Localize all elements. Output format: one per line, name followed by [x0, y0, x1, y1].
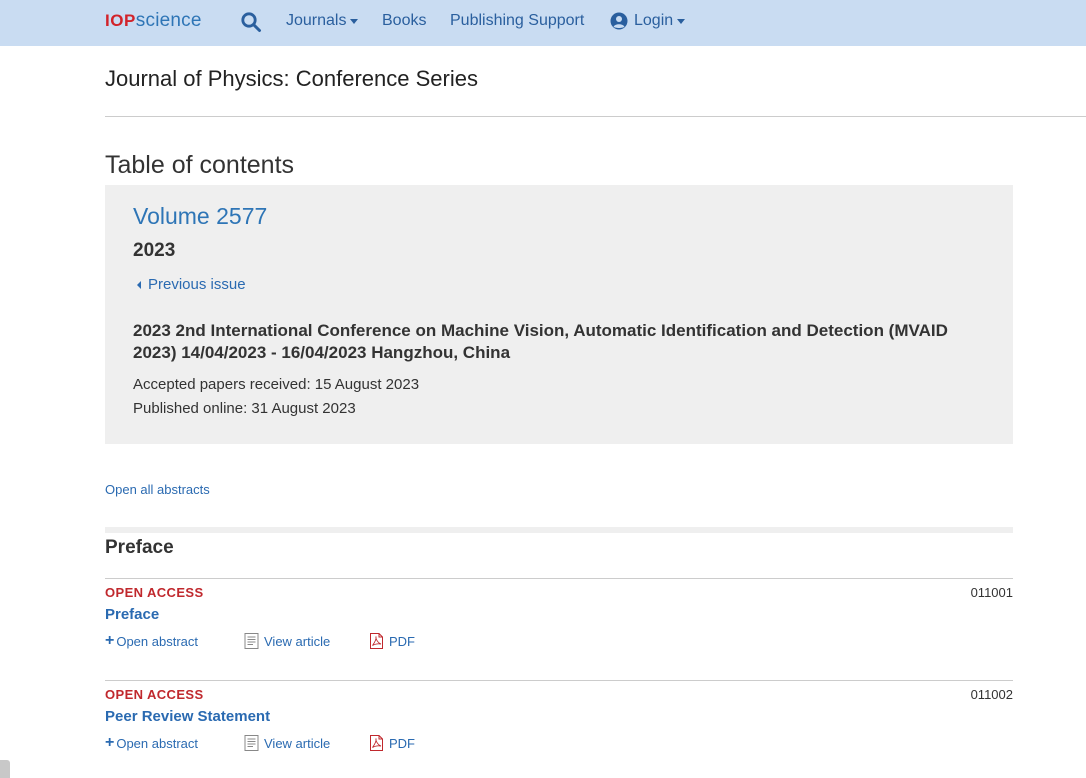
pdf-icon	[370, 735, 383, 751]
open-access-badge: OPEN ACCESS	[105, 687, 204, 702]
article-title-link[interactable]: Preface	[105, 606, 159, 623]
open-abstract-button[interactable]: + Open abstract	[105, 735, 198, 751]
journals-menu[interactable]: Journals	[286, 12, 359, 30]
document-icon	[244, 633, 259, 649]
pdf-label: PDF	[389, 633, 415, 649]
logo-science-text: science	[135, 10, 202, 31]
user-circle-icon	[610, 12, 628, 30]
pdf-link[interactable]: PDF	[369, 735, 415, 751]
journals-menu-label: Journals	[286, 12, 347, 29]
search-icon[interactable]	[240, 11, 262, 33]
pdf-icon	[370, 633, 383, 649]
previous-issue-label: Previous issue	[148, 276, 246, 293]
volume-year: 2023	[133, 240, 176, 261]
article-item: OPEN ACCESS 011002 Peer Review Statement…	[105, 680, 1013, 775]
previous-issue-link[interactable]: Previous issue	[137, 276, 246, 293]
view-article-label: View article	[264, 633, 331, 649]
pdf-link[interactable]: PDF	[369, 633, 415, 649]
article-title-link[interactable]: Peer Review Statement	[105, 708, 270, 725]
scrollbar-handle[interactable]	[0, 760, 10, 778]
article-item: OPEN ACCESS 011001 Preface + Open abstra…	[105, 578, 1013, 673]
plus-icon: +	[105, 632, 115, 649]
volume-info-panel: Volume 2577 2023 Previous issue 2023 2nd…	[105, 185, 1013, 444]
books-link-label: Books	[382, 12, 427, 29]
accepted-date: Accepted papers received: 15 August 2023	[133, 376, 420, 393]
view-article-link[interactable]: View article	[244, 735, 330, 751]
view-article-label: View article	[264, 735, 331, 751]
open-access-badge: OPEN ACCESS	[105, 585, 204, 600]
logo-iop-text: IOP	[105, 11, 136, 30]
volume-title: Volume 2577	[133, 203, 268, 229]
open-abstract-button[interactable]: + Open abstract	[105, 633, 198, 649]
publishing-support-link[interactable]: Publishing Support	[450, 12, 584, 30]
view-article-link[interactable]: View article	[244, 633, 330, 649]
article-actions: + Open abstract View article PDF	[105, 633, 505, 651]
books-link[interactable]: Books	[382, 12, 426, 30]
document-icon	[244, 735, 259, 751]
iopscience-logo[interactable]: IOP science	[105, 10, 202, 34]
open-abstract-label: Open abstract	[116, 633, 198, 649]
login-label: Login	[634, 12, 674, 29]
pdf-label: PDF	[389, 735, 415, 751]
conference-title: 2023 2nd International Conference on Mac…	[133, 321, 948, 362]
section-divider	[105, 527, 1013, 533]
chevron-left-icon	[137, 280, 141, 289]
chevron-down-icon	[677, 18, 686, 24]
article-number: 011001	[970, 585, 1013, 600]
article-actions: + Open abstract View article PDF	[105, 735, 505, 753]
chevron-down-icon	[350, 18, 359, 24]
open-abstract-label: Open abstract	[116, 735, 198, 751]
login-menu[interactable]: Login	[610, 12, 686, 30]
publishing-support-label: Publishing Support	[450, 12, 585, 29]
page-title: Table of contents	[105, 151, 295, 179]
top-navigation-bar: IOP science Journals Books Publishing Su…	[0, 0, 1086, 46]
open-all-abstracts-link[interactable]: Open all abstracts	[105, 482, 210, 497]
journal-title[interactable]: Journal of Physics: Conference Series	[105, 66, 478, 92]
article-number: 011002	[970, 687, 1013, 702]
plus-icon: +	[105, 734, 115, 751]
published-date: Published online: 31 August 2023	[133, 400, 356, 417]
divider	[105, 116, 1086, 117]
section-heading: Preface	[105, 537, 174, 558]
